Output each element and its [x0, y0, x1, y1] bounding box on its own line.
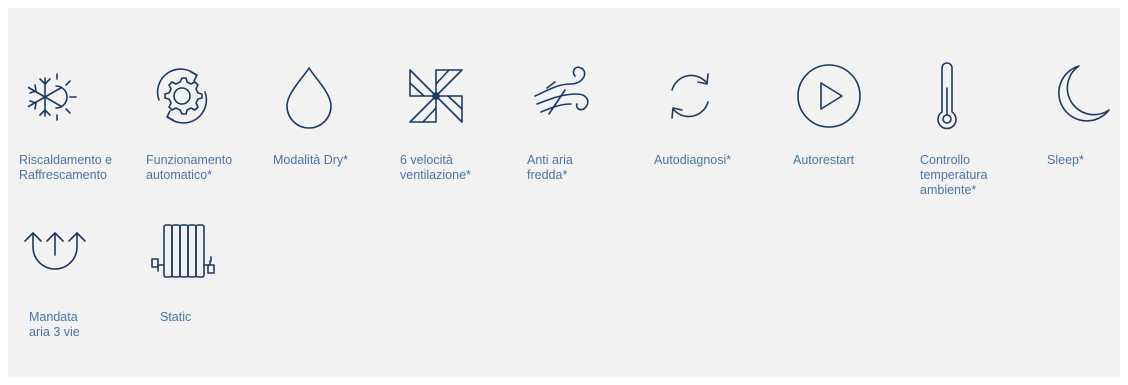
feature-label: Static [160, 310, 192, 324]
feature-label: Controllo temperatura ambiente* [920, 153, 988, 197]
thermometer-icon [920, 60, 992, 132]
features-panel: Riscaldamento e Raffrescamento Funzionam… [8, 8, 1120, 377]
feature-label: Funzionamento automatico* [146, 153, 233, 182]
snowflake-sun-icon [19, 60, 91, 132]
moon-icon [1047, 60, 1119, 132]
feature-label: Autodiagnosi* [654, 153, 732, 167]
refresh-arrows-icon [654, 60, 726, 132]
feature-label: Autorestart [793, 153, 855, 167]
feature-label: Anti aria fredda* [527, 153, 573, 182]
radiator-icon [146, 217, 218, 289]
feature-label: 6 velocità ventilazione* [400, 153, 471, 182]
three-way-airflow-icon [19, 217, 91, 289]
feature-label: Mandata aria 3 vie [29, 310, 80, 339]
wind-icon [527, 60, 599, 132]
pinwheel-fan-icon [400, 60, 472, 132]
feature-label: Sleep* [1047, 153, 1084, 167]
feature-label: Modalità Dry* [273, 153, 349, 167]
play-circle-icon [793, 60, 865, 132]
feature-label: Riscaldamento e Raffrescamento [19, 153, 113, 182]
auto-gear-icon [146, 60, 218, 132]
water-drop-icon [273, 60, 345, 132]
